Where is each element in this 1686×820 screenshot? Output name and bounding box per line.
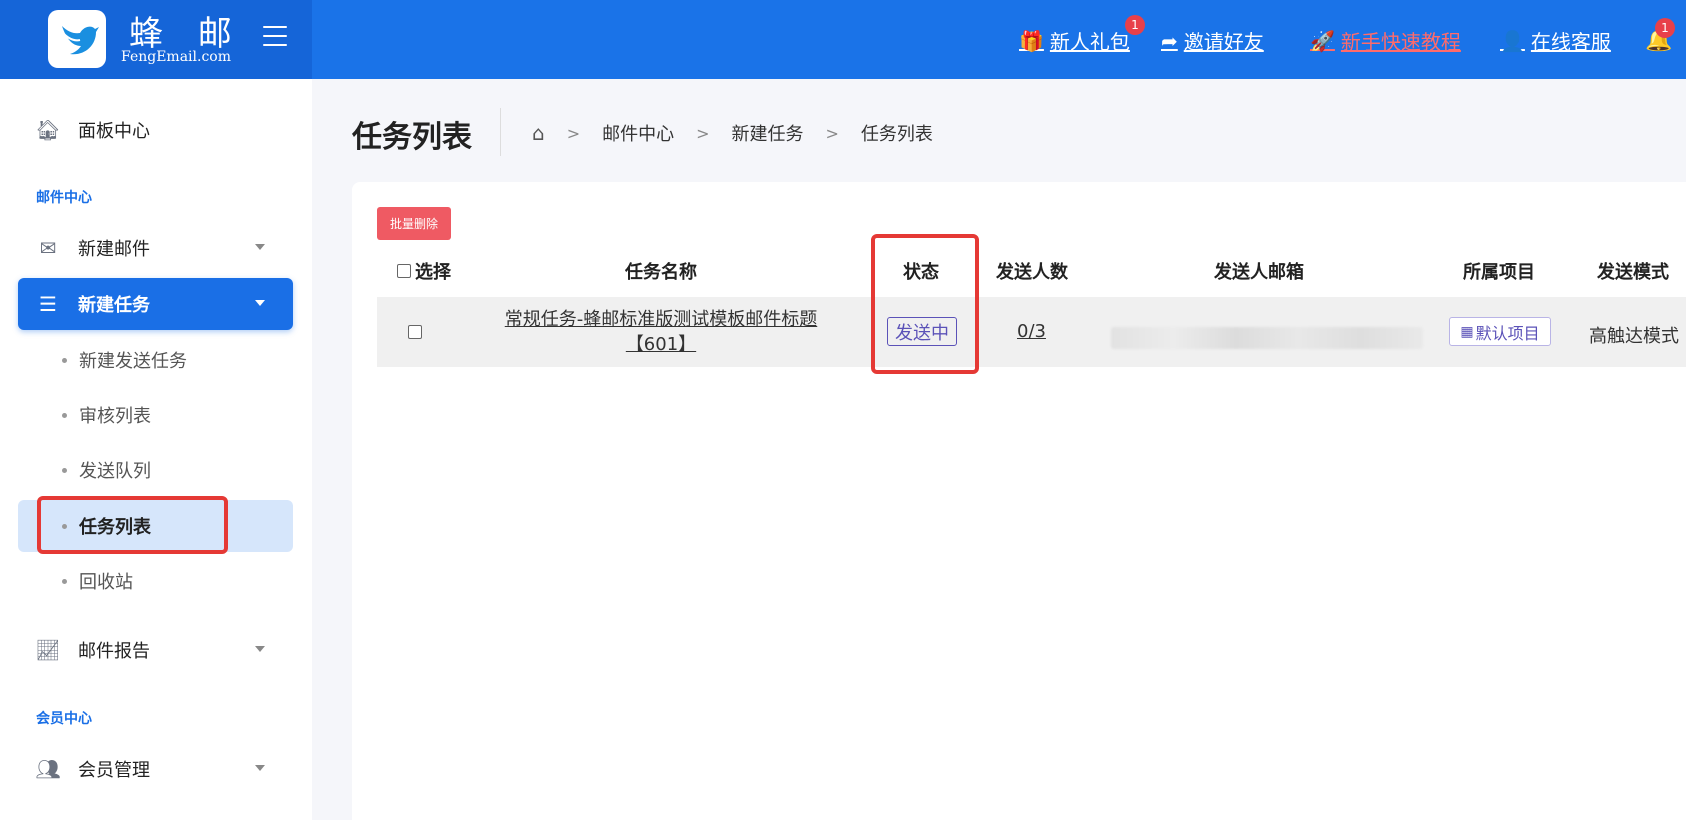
online-support-label: 在线客服	[1530, 30, 1611, 54]
bullet-icon	[62, 578, 67, 584]
send-mode-value: 高触达模式	[1589, 326, 1679, 347]
breadcrumb-item: 任务列表	[860, 124, 933, 145]
sidebar-subitem-label: 回收站	[79, 572, 133, 593]
rocket-icon: 🚀	[1310, 28, 1335, 53]
project-label: 默认项目	[1475, 323, 1540, 343]
sidebar-subitem-review-list[interactable]: 审核列表	[18, 389, 293, 441]
column-header-select: 选择	[397, 258, 451, 284]
logo-icon[interactable]	[48, 10, 106, 68]
online-support-link[interactable]: 👤 在线客服	[1500, 26, 1611, 55]
sidebar-subitem-label: 新建发送任务	[79, 351, 187, 372]
quick-tutorial-label: 新手快速教程	[1340, 30, 1461, 54]
row-checkbox[interactable]	[408, 323, 422, 344]
chevron-down-icon	[255, 765, 265, 771]
logo-area: 蜂 邮 FengEmail.com	[0, 0, 312, 79]
home-icon: 🏠︎	[35, 118, 61, 142]
column-header-sender-email[interactable]: 发送人邮箱	[1214, 258, 1304, 284]
sidebar-item-label: 面板中心	[78, 121, 150, 142]
quick-tutorial-link[interactable]: 🚀 新手快速教程	[1310, 26, 1461, 55]
page-title: 任务列表	[352, 120, 472, 155]
chart-area-icon: 📈︎	[35, 638, 61, 662]
column-header-task-name[interactable]: 任务名称	[625, 258, 697, 284]
send-count-link[interactable]: 0/3	[1017, 321, 1046, 342]
sender-email-redacted	[1111, 327, 1423, 349]
sidebar-subitem-send-queue[interactable]: 发送队列	[18, 444, 293, 496]
column-header-project[interactable]: 所属项目	[1463, 258, 1535, 284]
gift-badge: 1	[1125, 15, 1145, 35]
list-icon: ☰	[39, 292, 57, 316]
sidebar-item-dashboard[interactable]: 🏠︎ 面板中心	[18, 104, 293, 156]
home-icon[interactable]: ⌂	[532, 121, 545, 145]
new-user-gift-link[interactable]: 🎁 新人礼包	[1019, 26, 1130, 55]
share-icon: ➦	[1161, 28, 1178, 53]
sidebar-item-new-task[interactable]: ☰ 新建任务	[18, 278, 293, 330]
sidebar-section-mail: 邮件中心	[36, 190, 92, 206]
sidebar-item-member-manage[interactable]: 👥︎ 会员管理	[18, 743, 293, 795]
breadcrumb-item[interactable]: 新建任务	[732, 120, 804, 146]
chevron-right-icon: >	[825, 123, 839, 143]
breadcrumb: ⌂ > 邮件中心 > 新建任务 > 任务列表	[532, 120, 933, 146]
sidebar-section-member: 会员中心	[36, 711, 92, 727]
sidebar-subitem-recycle-bin[interactable]: 回收站	[18, 555, 293, 607]
sidebar-item-mail-report[interactable]: 📈︎ 邮件报告	[18, 624, 293, 676]
divider	[500, 108, 501, 156]
invite-friends-link[interactable]: ➦ 邀请好友	[1161, 26, 1264, 55]
sidebar-subitem-label: 发送队列	[79, 461, 151, 482]
bullet-icon	[62, 467, 67, 473]
batch-delete-button[interactable]: 批量删除	[377, 207, 451, 240]
select-all-checkbox[interactable]	[397, 264, 411, 278]
sidebar-item-label: 新建邮件	[78, 239, 150, 260]
sidebar-subitem-new-send-task[interactable]: 新建发送任务	[18, 334, 293, 386]
sidebar-item-label: 会员管理	[78, 760, 150, 781]
column-header-label: 选择	[415, 262, 451, 283]
new-user-gift-label: 新人礼包	[1049, 30, 1130, 54]
user-icon: 👤	[1500, 28, 1525, 53]
users-icon: 👥︎	[35, 757, 61, 781]
invite-friends-label: 邀请好友	[1183, 30, 1264, 54]
top-bar: 蜂 邮 FengEmail.com 🎁 新人礼包 1 ➦ 邀请好友 🚀 新手快速…	[0, 0, 1686, 79]
bell-badge: 1	[1655, 18, 1675, 38]
chevron-down-icon	[255, 244, 265, 250]
highlight-box	[871, 234, 979, 374]
bullet-icon	[62, 412, 67, 418]
task-name-link[interactable]: 常规任务-蜂邮标准版测试模板邮件标题【601】	[476, 307, 846, 357]
gift-icon: 🎁	[1019, 28, 1044, 53]
column-header-send-count[interactable]: 发送人数	[996, 258, 1068, 284]
column-header-send-mode[interactable]: 发送模式	[1597, 258, 1669, 284]
menu-toggle-icon[interactable]	[263, 26, 287, 48]
highlight-box	[37, 496, 228, 554]
logo-text: 蜂 邮	[129, 14, 244, 54]
chevron-right-icon: >	[696, 123, 710, 143]
sidebar-item-label: 邮件报告	[78, 641, 150, 662]
sidebar-item-label: 新建任务	[78, 295, 150, 316]
project-icon: ▦	[1460, 323, 1474, 340]
chevron-down-icon	[255, 646, 265, 652]
bullet-icon	[62, 357, 67, 363]
envelope-icon: ✉	[39, 236, 57, 260]
sidebar-subitem-label: 审核列表	[79, 406, 151, 427]
project-badge: ▦ 默认项目	[1449, 317, 1551, 346]
sidebar-item-new-mail[interactable]: ✉ 新建邮件	[18, 222, 293, 274]
chevron-down-icon	[255, 300, 265, 306]
breadcrumb-item[interactable]: 邮件中心	[602, 120, 674, 146]
chevron-right-icon: >	[566, 123, 581, 143]
logo-subtext: FengEmail.com	[121, 49, 232, 65]
